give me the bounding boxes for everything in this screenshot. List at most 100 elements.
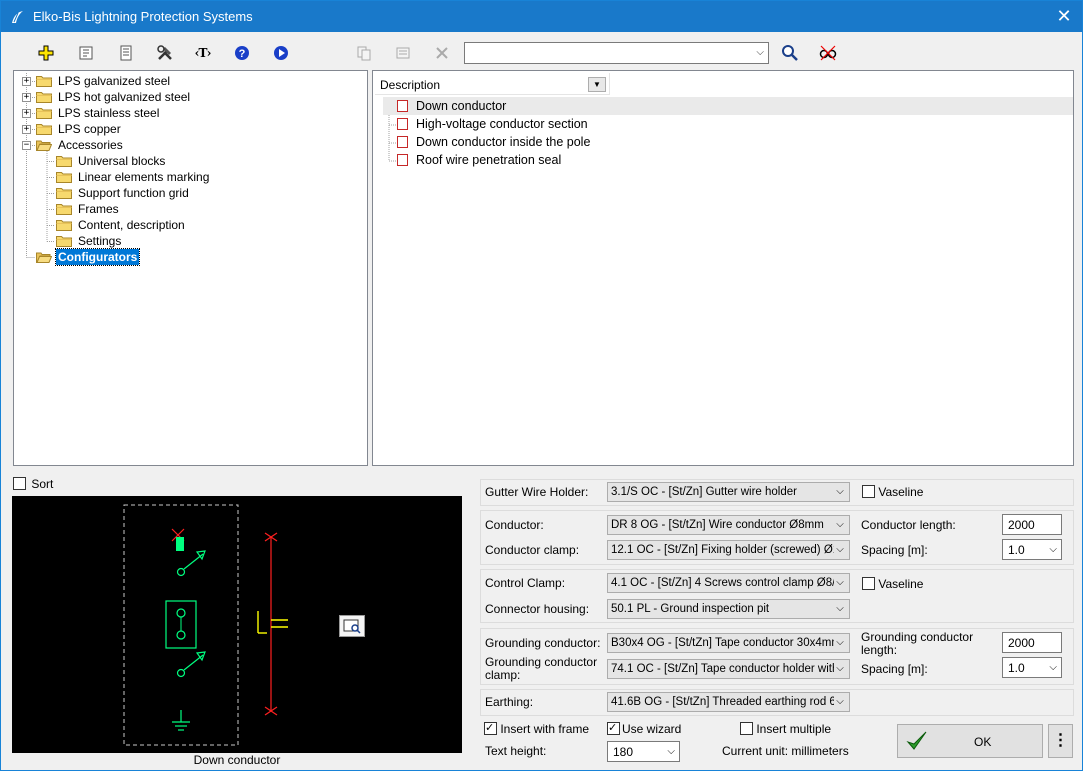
- conductor-length-value: 2000: [1008, 518, 1035, 532]
- conductor-clamp-label: Conductor clamp:: [485, 543, 580, 557]
- delete-icon[interactable]: [431, 42, 453, 64]
- folder-icon: [36, 252, 52, 263]
- sort-checkbox-row[interactable]: Sort: [13, 476, 53, 492]
- insert-with-frame-row[interactable]: Insert with frame: [484, 721, 589, 736]
- list-item-label: Down conductor: [416, 99, 507, 113]
- more-options-button[interactable]: ⋮: [1048, 724, 1073, 758]
- item-list[interactable]: Description ▼ Down conductor High-voltag…: [372, 70, 1074, 466]
- folder-icon: [56, 204, 72, 215]
- control-clamp-select[interactable]: 4.1 OC - [St/Zn] 4 Screws control clamp …: [607, 573, 850, 593]
- dimension-line: [264, 532, 278, 716]
- grounding-length-label-line2: length:: [861, 643, 898, 657]
- list-item-label: Roof wire penetration seal: [416, 153, 562, 167]
- grounding-conductor-select[interactable]: B30x4 OG - [St/tZn] Tape conductor 30x4m…: [607, 633, 850, 653]
- spacing2-select-value: 1.0: [1008, 661, 1025, 675]
- vaseline2-checkbox[interactable]: [862, 577, 875, 591]
- text-height-select[interactable]: 180 ⌵: [607, 741, 680, 762]
- vaseline-checkbox[interactable]: [862, 485, 875, 499]
- text-tag-icon[interactable]: ‹T›: [192, 42, 214, 64]
- tree-item-label: LPS copper: [58, 122, 121, 136]
- control-clamp-label: Control Clamp:: [485, 576, 566, 590]
- folder-icon: [56, 172, 72, 183]
- conductor-length-input[interactable]: 2000: [1002, 514, 1062, 535]
- earthing-select-value: 41.6B OG - [St/tZn] Threaded earthing ro…: [611, 696, 846, 708]
- grounding-length-label-line1: Grounding conductor: [861, 630, 974, 644]
- spacing-select[interactable]: 1.0 ⌵: [1002, 539, 1062, 560]
- search-icon[interactable]: [779, 42, 801, 64]
- spacing2-label: Spacing [m]:: [861, 662, 928, 676]
- list-item[interactable]: Down conductor: [383, 97, 1073, 115]
- sort-checkbox[interactable]: [13, 477, 26, 491]
- item-marker-icon: [397, 100, 408, 112]
- play-icon[interactable]: [270, 42, 292, 64]
- current-unit-label: Current unit: millimeters: [722, 744, 849, 758]
- filter-icon[interactable]: [817, 42, 839, 64]
- folder-icon: [36, 124, 52, 135]
- gutter-select[interactable]: 3.1/S OC - [St/Zn] Gutter wire holder ⌵: [607, 482, 850, 502]
- use-wizard-row[interactable]: Use wizard: [607, 721, 681, 736]
- tools-icon[interactable]: [154, 42, 176, 64]
- grounding-length-input[interactable]: 2000: [1002, 632, 1062, 653]
- tree-item-label: Linear elements marking: [78, 170, 210, 184]
- chevron-down-icon: ⌵: [1049, 662, 1057, 673]
- chevron-down-icon[interactable]: ▼: [588, 77, 606, 92]
- folder-icon: [56, 220, 72, 231]
- conductor-select[interactable]: DR 8 OG - [St/tZn] Wire conductor Ø8mm ⌵: [607, 515, 850, 535]
- grounding-clamp-select[interactable]: 74.1 OC - [St/Zn] Tape conductor holder …: [607, 659, 850, 679]
- text-height-label: Text height:: [485, 744, 547, 758]
- copy-icon[interactable]: [353, 42, 375, 64]
- list-icon[interactable]: [392, 42, 414, 64]
- category-tree[interactable]: LPS galvanized steel + LPS hot galvanized …: [13, 70, 368, 466]
- preview-caption: Down conductor: [193, 753, 281, 767]
- collapse-icon[interactable]: −: [22, 141, 31, 150]
- expand-icon[interactable]: +: [22, 125, 31, 134]
- tree-item-label: Accessories: [58, 138, 123, 152]
- ok-button[interactable]: OK: [897, 724, 1043, 758]
- insert-with-frame-checkbox[interactable]: [484, 721, 497, 736]
- search-combo[interactable]: ⌵: [464, 42, 769, 64]
- list-item[interactable]: High-voltage conductor section: [383, 115, 1073, 133]
- spacing2-select[interactable]: 1.0 ⌵: [1002, 657, 1062, 678]
- conductor-length-label: Conductor length:: [861, 518, 956, 532]
- list-item[interactable]: Roof wire penetration seal: [383, 151, 1073, 169]
- tree-item-label: LPS galvanized steel: [58, 74, 171, 88]
- connector-housing-select[interactable]: 50.1 PL - Ground inspection pit ⌵: [607, 599, 850, 619]
- title-bar[interactable]: Elko-Bis Lightning Protection Systems ✕: [1, 1, 1082, 32]
- list-item[interactable]: Down conductor inside the pole: [383, 133, 1073, 151]
- conductor-clamp-select[interactable]: 12.1 OC - [St/Zn] Fixing holder (screwed…: [607, 540, 850, 560]
- chevron-down-icon[interactable]: ⌵: [756, 47, 764, 58]
- grounding-clamp-label-line2: clamp:: [485, 668, 521, 682]
- chevron-down-icon: ⌵: [834, 663, 846, 674]
- zoom-preview-icon[interactable]: [339, 615, 365, 637]
- tree-item-label: Configurators: [54, 248, 141, 266]
- insert-multiple-row[interactable]: Insert multiple: [740, 721, 831, 736]
- item-marker-icon: [397, 118, 408, 130]
- checkmark-icon: [906, 731, 927, 750]
- expand-icon[interactable]: +: [22, 109, 31, 118]
- conductor-clamp-symbol: [176, 537, 184, 551]
- grounding-length-label: Grounding conductor length:: [861, 631, 973, 657]
- vaseline-checkbox-row[interactable]: Vaseline: [862, 484, 923, 499]
- properties-icon[interactable]: [75, 42, 97, 64]
- grounding-clamp-label: Grounding conductor clamp:: [485, 656, 597, 682]
- tree-item-label: Frames: [78, 202, 119, 216]
- chevron-down-icon: ⌵: [834, 519, 846, 530]
- insert-multiple-label: Insert multiple: [756, 721, 832, 736]
- vaseline2-checkbox-row[interactable]: Vaseline: [862, 576, 923, 591]
- dimension-marker: [257, 611, 288, 634]
- chevron-down-icon: ⌵: [834, 544, 846, 555]
- expand-icon[interactable]: +: [22, 93, 31, 102]
- add-icon[interactable]: [35, 42, 57, 64]
- help-icon[interactable]: ?: [231, 42, 253, 64]
- main-window: Elko-Bis Lightning Protection Systems ✕ …: [0, 0, 1083, 771]
- vaseline-label: Vaseline: [878, 484, 924, 499]
- document-icon[interactable]: [115, 42, 137, 64]
- close-icon[interactable]: ✕: [1054, 6, 1074, 26]
- earthing-select[interactable]: 41.6B OG - [St/tZn] Threaded earthing ro…: [607, 692, 850, 712]
- insert-multiple-checkbox[interactable]: [740, 722, 753, 736]
- chevron-down-icon: ⌵: [834, 486, 846, 497]
- use-wizard-checkbox[interactable]: [607, 721, 620, 736]
- grounding-conductor-select-value: B30x4 OG - [St/tZn] Tape conductor 30x4m…: [611, 637, 841, 649]
- expand-icon[interactable]: +: [22, 77, 31, 86]
- connector-housing-label: Connector housing:: [485, 602, 590, 616]
